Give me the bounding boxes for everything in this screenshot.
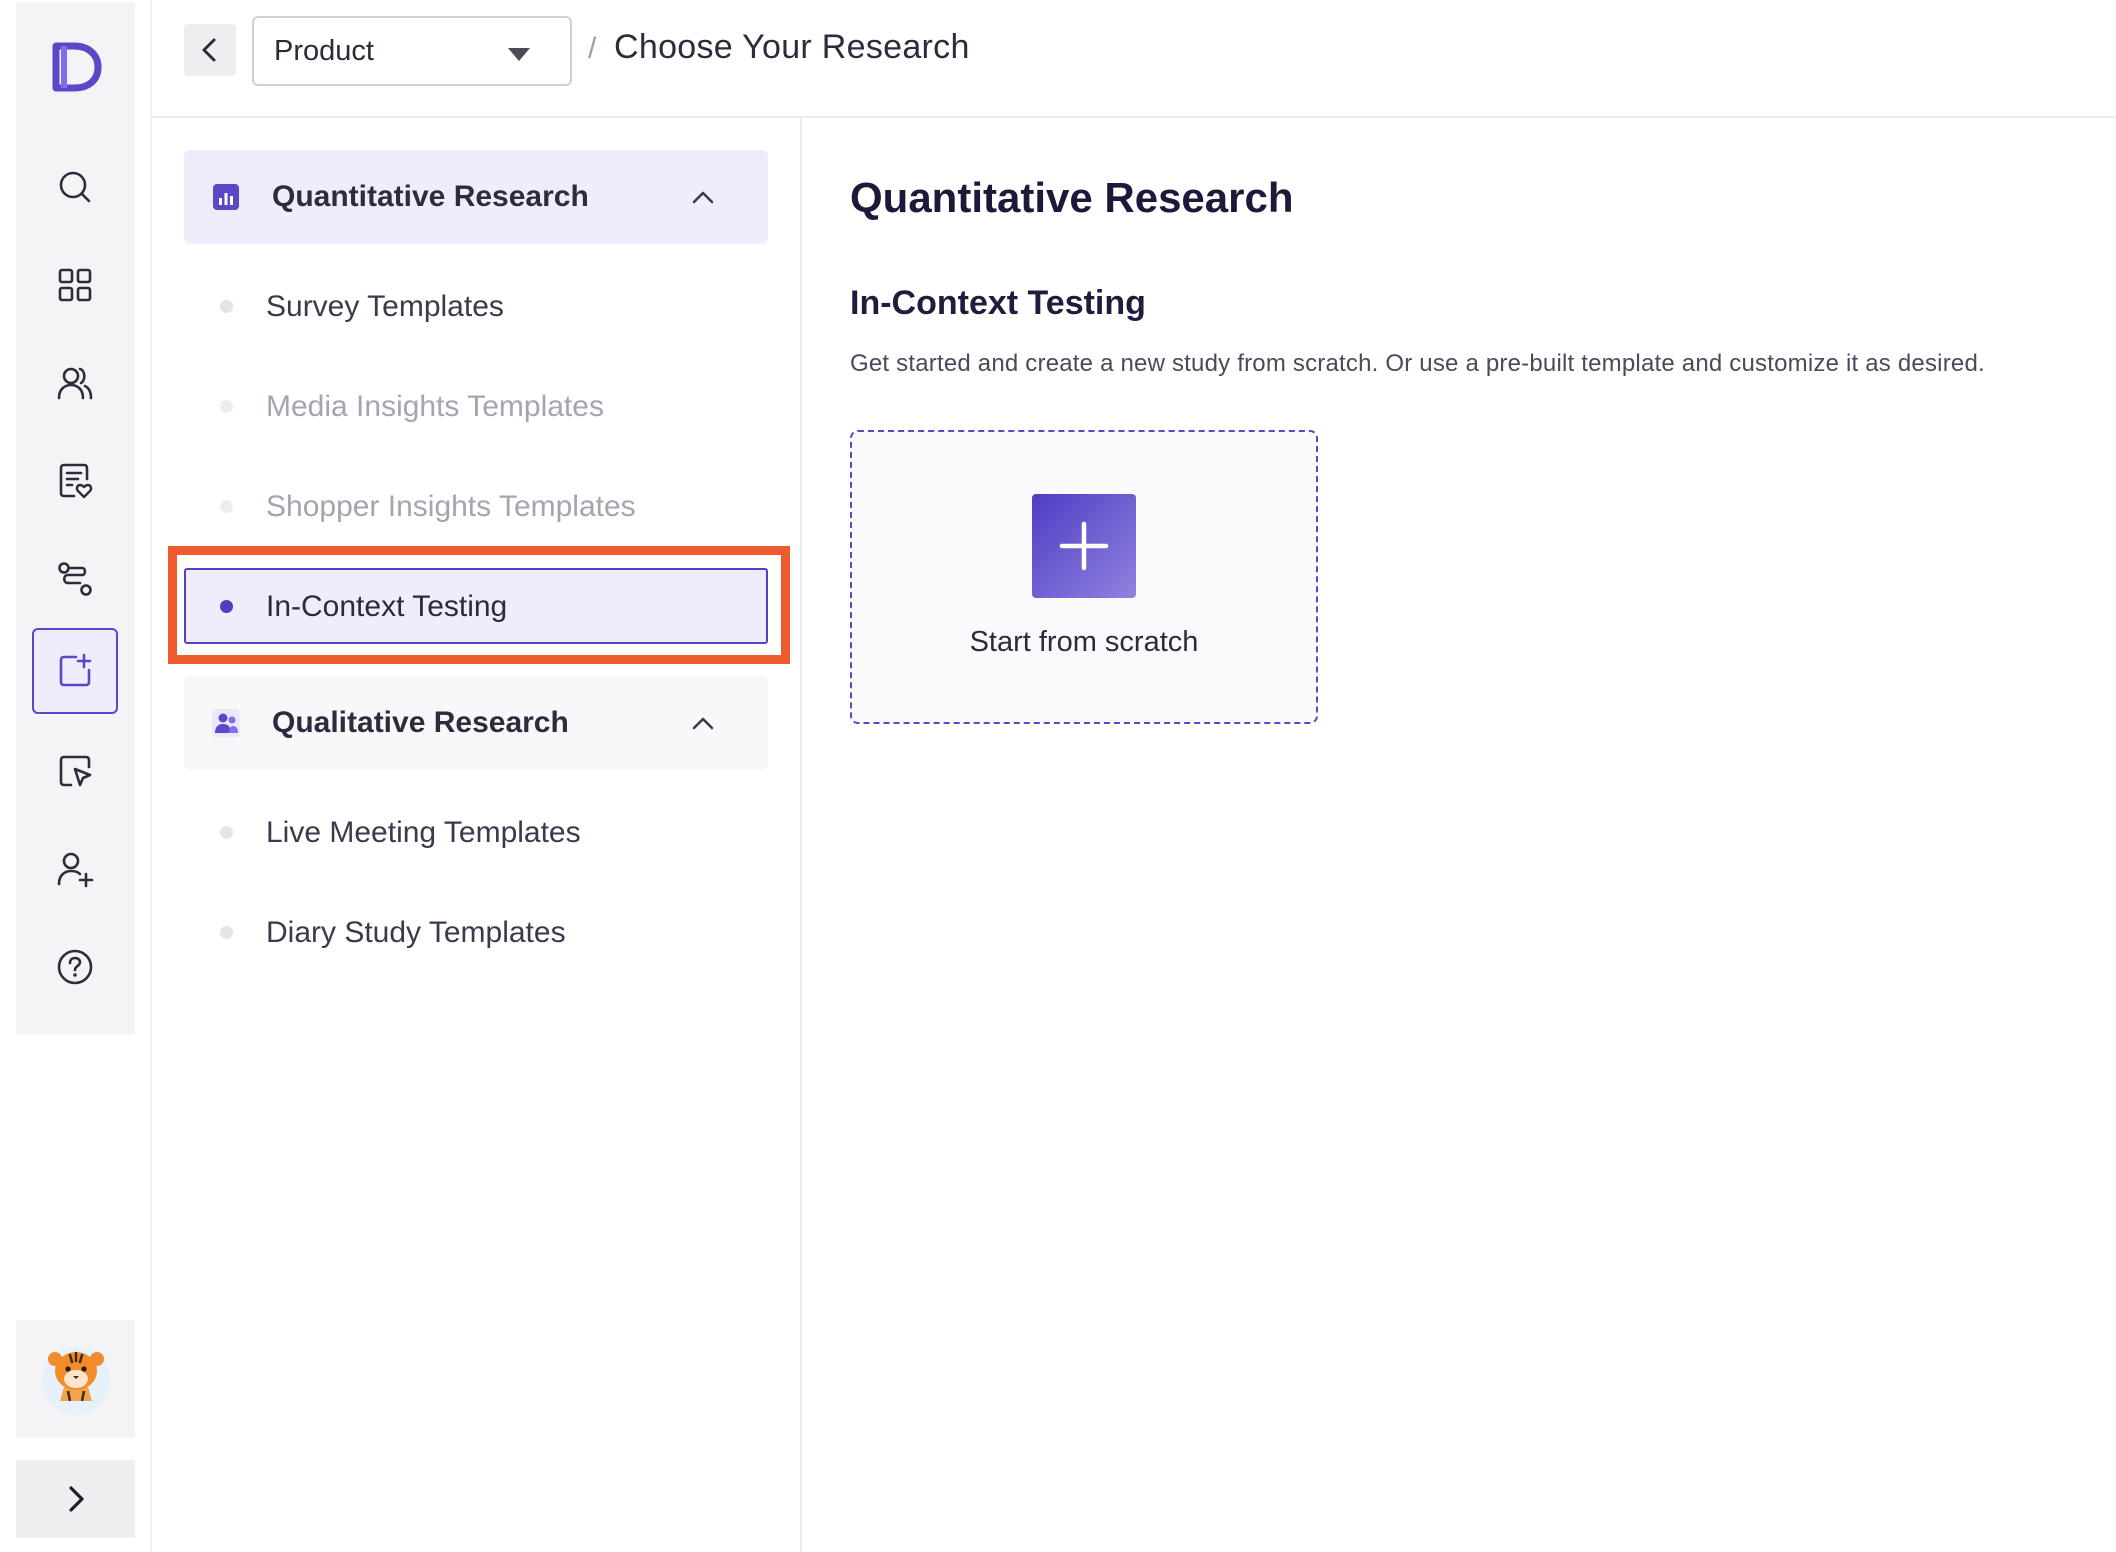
add-user-icon (57, 852, 94, 888)
bullet-dot (220, 300, 233, 313)
route-icon (58, 562, 92, 596)
chevron-up-icon[interactable] (690, 184, 716, 210)
nav-item-label: In-Context Testing (266, 590, 508, 623)
nav-item-label: Shopper Insights Templates (266, 490, 636, 523)
section-label: Quantitative Research (272, 180, 589, 213)
users-icon (57, 367, 93, 400)
grid-icon (58, 268, 92, 302)
click-test-icon (59, 755, 92, 787)
caret-down-icon (508, 48, 530, 61)
rail-click-test-button[interactable] (32, 728, 118, 814)
breadcrumb-separator: / (588, 32, 597, 65)
nav-item-survey-templates[interactable]: Survey Templates (184, 268, 768, 344)
plus-tile (1032, 494, 1136, 598)
nav-item-live-meeting-templates[interactable]: Live Meeting Templates (184, 794, 768, 870)
bar-chart-icon (213, 184, 239, 210)
rail-dashboard-button[interactable] (32, 242, 118, 328)
nav-item-shopper-insights-templates[interactable]: Shopper Insights Templates (184, 468, 768, 544)
page-title: Choose Your Research (614, 28, 970, 66)
rail-search-button[interactable] (32, 144, 118, 230)
bullet-dot (220, 600, 233, 613)
new-study-icon (59, 653, 92, 687)
rail-new-study-button[interactable] (32, 628, 118, 714)
people-icon (212, 709, 240, 737)
nav-item-label: Diary Study Templates (266, 916, 566, 949)
content-subtitle: In-Context Testing (850, 284, 1146, 322)
content-title: Quantitative Research (850, 174, 1294, 221)
user-avatar-button[interactable] (16, 1320, 135, 1438)
nav-item-diary-study-templates[interactable]: Diary Study Templates (184, 894, 768, 970)
start-from-scratch-label: Start from scratch (969, 626, 1199, 658)
chevron-right-icon (68, 1486, 84, 1512)
plus-icon (1059, 521, 1109, 571)
nav-item-media-insights-templates[interactable]: Media Insights Templates (184, 368, 768, 444)
bullet-dot (220, 400, 233, 413)
product-select[interactable]: Product (252, 16, 572, 86)
rail-surveys-button[interactable] (32, 438, 118, 524)
survey-doc-icon (59, 463, 93, 499)
bullet-dot (220, 826, 233, 839)
rail-divider (150, 0, 152, 1552)
app-logo-icon[interactable] (50, 40, 102, 94)
bullet-dot (220, 926, 233, 939)
left-rail (16, 2, 135, 1034)
rail-invite-button[interactable] (32, 826, 118, 912)
content-description: Get started and create a new study from … (850, 350, 1985, 377)
section-qualitative-research[interactable]: Qualitative Research (184, 676, 768, 770)
back-button[interactable] (184, 24, 236, 76)
tiger-avatar-icon (41, 1347, 110, 1415)
section-quantitative-research[interactable]: Quantitative Research (184, 150, 768, 244)
product-select-value: Product (274, 34, 374, 67)
nav-item-in-context-testing[interactable]: In-Context Testing (184, 568, 768, 644)
section-label: Qualitative Research (272, 706, 569, 739)
chevron-up-icon[interactable] (690, 710, 716, 736)
search-icon (59, 171, 91, 203)
rail-help-button[interactable] (32, 924, 118, 1010)
top-header: Product / Choose Your Research (152, 0, 2116, 118)
rail-journey-button[interactable] (32, 536, 118, 622)
panel-divider (800, 118, 802, 1552)
nav-item-label: Live Meeting Templates (266, 816, 581, 849)
bullet-dot (220, 500, 233, 513)
start-from-scratch-card[interactable]: Start from scratch (850, 430, 1318, 724)
nav-item-label: Survey Templates (266, 290, 504, 323)
rail-users-button[interactable] (32, 340, 118, 426)
nav-item-label: Media Insights Templates (266, 390, 604, 423)
help-icon (57, 949, 93, 985)
expand-rail-button[interactable] (16, 1460, 135, 1538)
chevron-left-icon (202, 38, 216, 62)
